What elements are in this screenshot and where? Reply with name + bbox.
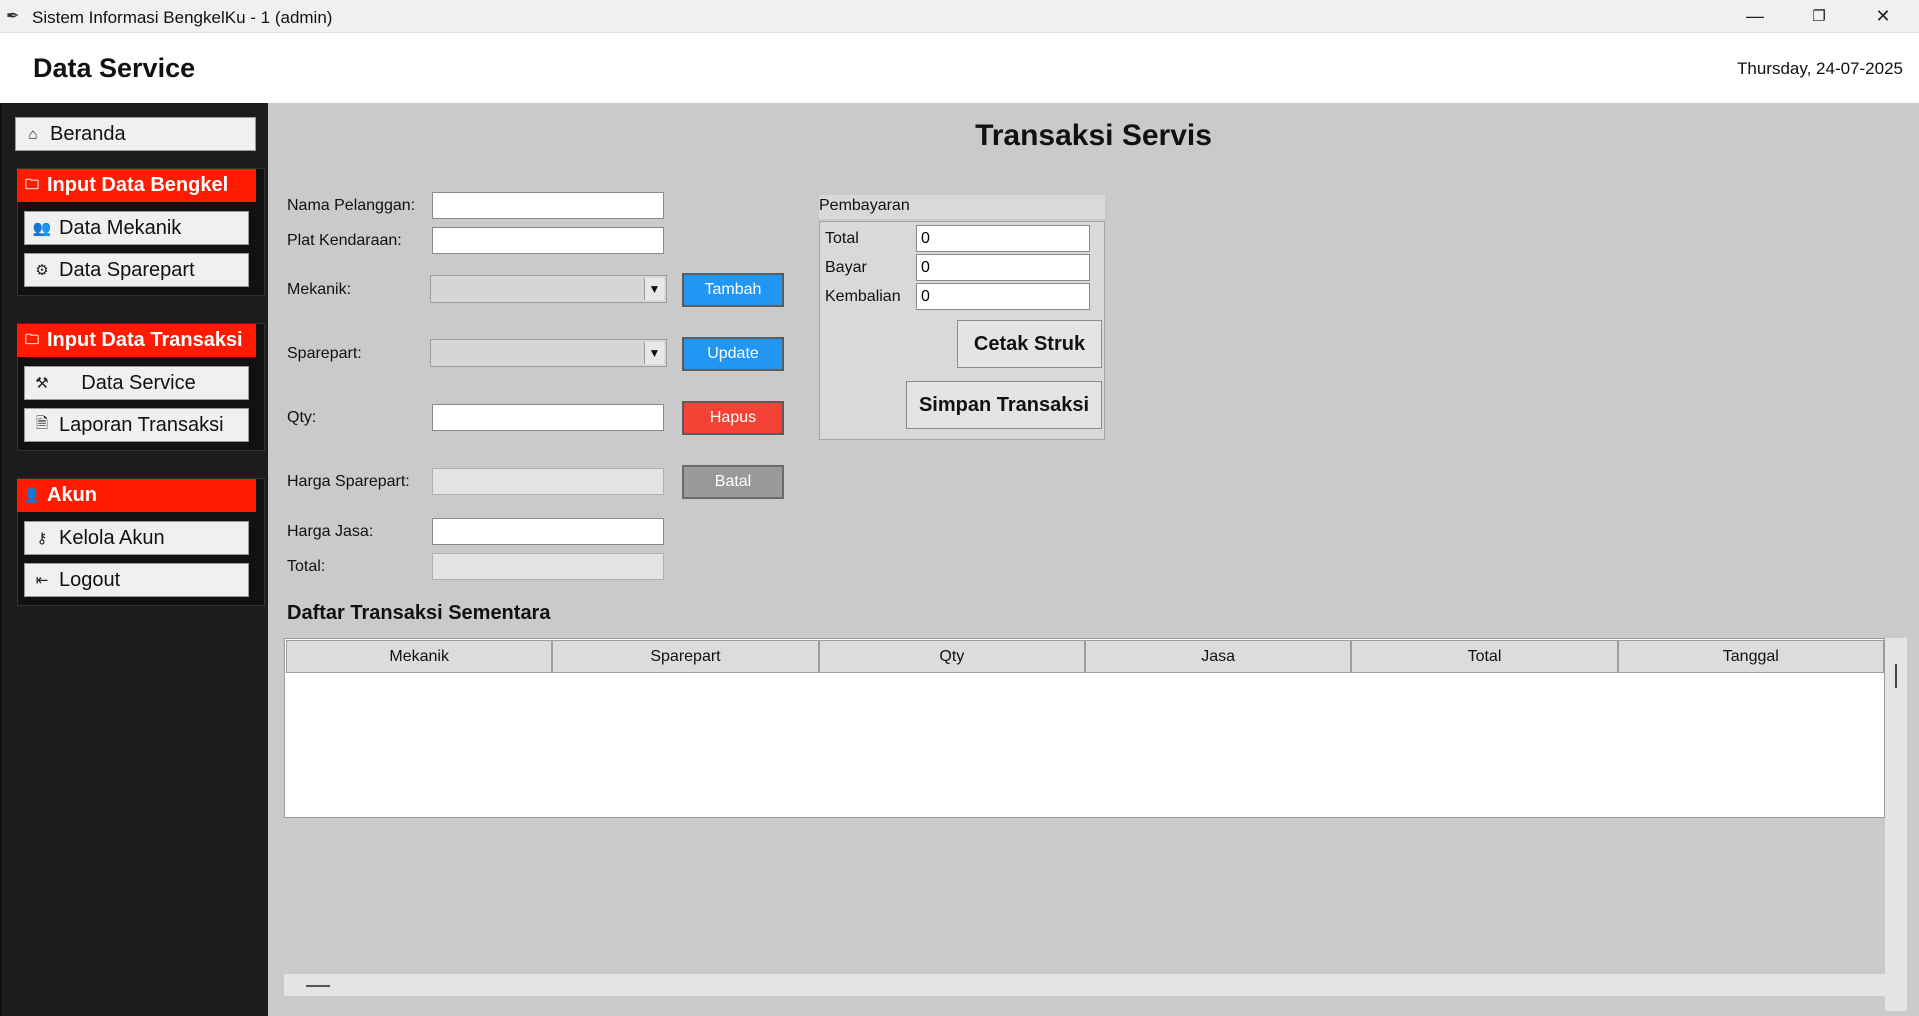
scrollbar-thumb[interactable] <box>1895 664 1897 688</box>
payment-frame: Pembayaran Total 0 Bayar 0 Kembalian 0 C… <box>819 195 1105 440</box>
sidebar-group-header-transaksi: 🗀 Input Data Transaksi <box>17 324 256 357</box>
sidebar-group-header-akun: 👤 Akun <box>17 479 256 512</box>
pay-total-label: Total <box>825 230 859 247</box>
tools-icon: ⚒ <box>35 375 49 392</box>
bayar-label: Bayar <box>825 259 867 276</box>
pay-total-input[interactable]: 0 <box>916 225 1090 252</box>
tambah-button[interactable]: Tambah <box>682 273 784 307</box>
restore-button[interactable]: ❐ <box>1787 0 1851 33</box>
kembalian-label: Kembalian <box>825 288 901 305</box>
bayar-input[interactable]: 0 <box>916 254 1090 281</box>
harga-jasa-input[interactable] <box>432 518 664 545</box>
nama-pelanggan-input[interactable] <box>432 192 664 219</box>
gear-icon: ⚙ <box>35 262 49 279</box>
app-header: Data Service Thursday, 24-07-2025 <box>0 33 1919 103</box>
sidebar-group-title: Akun <box>47 484 97 506</box>
kembalian-input[interactable]: 0 <box>916 283 1090 310</box>
column-header-mekanik[interactable]: Mekanik <box>286 640 553 673</box>
users-icon: 👥 <box>32 220 52 237</box>
table-title: Daftar Transaksi Sementara <box>287 602 551 624</box>
date-display: Thursday, 24-07-2025 <box>1736 59 1903 78</box>
window-titlebar: ✒ Sistem Informasi BengkelKu - 1 (admin)… <box>0 0 1919 33</box>
sidebar-item-kelola-akun[interactable]: ⚷ Kelola Akun <box>24 521 249 555</box>
form-heading: Transaksi Servis <box>975 119 1212 152</box>
hapus-button[interactable]: Hapus <box>682 401 784 435</box>
harga-sparepart-input <box>432 468 664 495</box>
sidebar-group-title: Input Data Bengkel <box>47 174 229 196</box>
horizontal-scrollbar[interactable] <box>284 974 1885 996</box>
feather-icon: ✒ <box>6 8 20 25</box>
sidebar-item-laporan-transaksi[interactable]: 🗎 Laporan Transaksi <box>24 408 249 442</box>
sidebar-item-logout[interactable]: ⇤ Logout <box>24 563 249 597</box>
logout-icon: ⇤ <box>35 572 49 589</box>
total-input <box>432 553 664 580</box>
sidebar-item-data-service[interactable]: ⚒ Data Service <box>24 366 249 400</box>
folder-icon: 🗀 <box>25 175 39 192</box>
cetak-struk-button[interactable]: Cetak Struk <box>957 320 1102 368</box>
simpan-transaksi-button[interactable]: Simpan Transaksi <box>906 381 1102 429</box>
home-icon: ⌂ <box>28 125 38 143</box>
folder-icon: 🗀 <box>25 330 39 347</box>
vertical-scrollbar[interactable] <box>1885 638 1907 1011</box>
sparepart-combobox[interactable]: ▼ <box>430 339 667 367</box>
transaksi-table: Mekanik Sparepart Qty Jasa Total Tanggal <box>284 638 1885 818</box>
column-header-qty[interactable]: Qty <box>818 640 1085 673</box>
sidebar-item-label: Data Service <box>81 371 196 394</box>
sidebar-item-beranda[interactable]: ⌂ Beranda <box>15 117 256 151</box>
sidebar: ⌂ Beranda 🗀 Input Data Bengkel 👥 Data Me… <box>0 103 268 1016</box>
column-header-sparepart[interactable]: Sparepart <box>552 640 819 673</box>
sidebar-item-label: Data Mekanik <box>59 216 182 239</box>
harga-sparepart-label: Harga Sparepart: <box>287 473 410 490</box>
nama-pelanggan-label: Nama Pelanggan: <box>287 197 416 214</box>
column-header-total[interactable]: Total <box>1351 640 1618 673</box>
plat-kendaraan-label: Plat Kendaraan: <box>287 232 402 249</box>
main-panel: Transaksi Servis Nama Pelanggan: Plat Ke… <box>268 103 1919 1016</box>
window-title: Sistem Informasi BengkelKu - 1 (admin) <box>32 8 333 27</box>
table-header: Mekanik Sparepart Qty Jasa Total Tanggal <box>286 640 1884 673</box>
column-header-jasa[interactable]: Jasa <box>1084 640 1352 673</box>
user-icon: 👤 <box>23 487 41 503</box>
close-button[interactable]: ✕ <box>1851 0 1915 33</box>
payment-box: Total 0 Bayar 0 Kembalian 0 Cetak Struk … <box>819 221 1105 440</box>
sidebar-group-title: Input Data Transaksi <box>47 329 243 351</box>
total-label: Total: <box>287 558 326 575</box>
plat-kendaraan-input[interactable] <box>432 227 664 254</box>
mekanik-combobox[interactable]: ▼ <box>430 275 667 303</box>
sidebar-item-data-sparepart[interactable]: ⚙ Data Sparepart <box>24 253 249 287</box>
qty-input[interactable] <box>432 404 664 431</box>
document-icon: 🗎 <box>35 414 49 432</box>
update-button[interactable]: Update <box>682 337 784 371</box>
qty-label: Qty: <box>287 409 317 426</box>
sidebar-group-header-bengkel: 🗀 Input Data Bengkel <box>17 169 256 202</box>
sparepart-label: Sparepart: <box>287 345 362 362</box>
column-header-tanggal[interactable]: Tanggal <box>1617 640 1884 673</box>
sidebar-item-label: Logout <box>59 568 121 591</box>
page-title: Data Service <box>33 53 196 83</box>
sidebar-item-label: Laporan Transaksi <box>59 413 224 436</box>
scrollbar-thumb[interactable] <box>306 985 330 987</box>
batal-button[interactable]: Batal <box>682 465 784 499</box>
chevron-down-icon[interactable]: ▼ <box>644 278 664 300</box>
minimize-button[interactable]: — <box>1723 0 1787 33</box>
sidebar-item-label: Data Sparepart <box>59 258 195 281</box>
mekanik-label: Mekanik: <box>287 281 352 298</box>
chevron-down-icon[interactable]: ▼ <box>644 342 664 364</box>
payment-legend: Pembayaran <box>819 195 1105 219</box>
harga-jasa-label: Harga Jasa: <box>287 523 374 540</box>
sidebar-item-label: Kelola Akun <box>59 526 165 549</box>
sidebar-item-data-mekanik[interactable]: 👥 Data Mekanik <box>24 211 249 245</box>
key-icon: ⚷ <box>36 530 48 547</box>
sidebar-item-label: Beranda <box>50 122 126 145</box>
